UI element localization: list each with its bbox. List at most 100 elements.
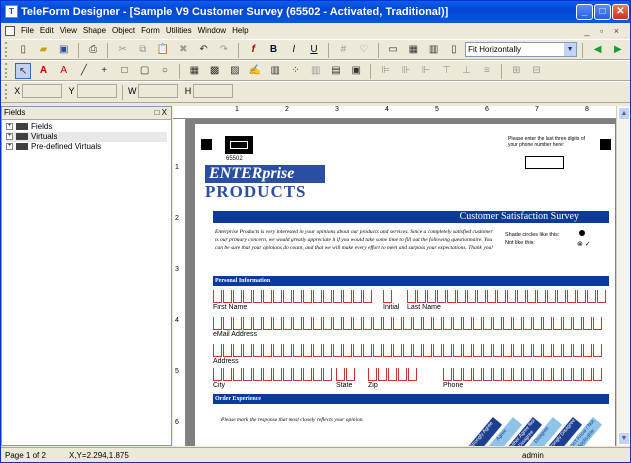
fields-tree: + Fields + Virtuals + Pre-defined Virtuals	[2, 120, 171, 154]
paste-icon[interactable]: 📋	[155, 42, 171, 58]
choice-tool-icon[interactable]: ▩	[207, 63, 223, 79]
state-boxes[interactable]	[336, 368, 356, 381]
scroll-down-icon[interactable]: ▼	[618, 432, 630, 445]
menu-file[interactable]: File	[18, 23, 37, 39]
w-field[interactable]	[138, 84, 179, 98]
city-boxes[interactable]	[213, 368, 333, 381]
ellipse-tool-icon[interactable]: ○	[157, 63, 173, 79]
underline-icon[interactable]: U	[306, 42, 322, 58]
phone-label: Phone	[443, 382, 464, 389]
phone-boxes[interactable]	[443, 368, 603, 381]
menu-view[interactable]: View	[57, 23, 80, 39]
tree-item-fields[interactable]: + Fields	[6, 122, 167, 132]
text-tool-icon[interactable]: A	[35, 63, 51, 79]
field-tool-icon[interactable]: ▦	[186, 63, 202, 79]
maximize-button[interactable]: □	[594, 4, 611, 20]
zoom-dropdown[interactable]: Fit Horizontally ▼	[465, 42, 578, 57]
tree-item-virtuals[interactable]: + Virtuals	[6, 132, 167, 142]
registration-mark	[201, 139, 212, 150]
multi-field-icon[interactable]: ▥	[267, 63, 283, 79]
h-field[interactable]	[193, 84, 234, 98]
page-width-icon[interactable]: ▥	[426, 42, 442, 58]
form-page[interactable]: 65502 ENTERprise PRODUCTS Please enter t…	[195, 124, 615, 446]
signature-tool-icon[interactable]: ✍	[247, 63, 263, 79]
copy-icon[interactable]: ⧉	[135, 42, 151, 58]
cross-tool-icon[interactable]: +	[96, 63, 112, 79]
ruler-label: 1	[175, 164, 179, 171]
align-middle-icon[interactable]: ⊥	[459, 63, 475, 79]
heart-icon[interactable]: ♡	[356, 42, 372, 58]
redo-icon[interactable]: ↷	[216, 42, 232, 58]
expand-icon[interactable]: +	[6, 123, 13, 131]
undo-icon[interactable]: ↶	[196, 42, 212, 58]
delete-icon[interactable]: ✖	[175, 42, 191, 58]
scroll-up-icon[interactable]: ▲	[618, 107, 630, 120]
print-icon[interactable]: ⎙	[85, 42, 101, 58]
open-icon[interactable]: ▰	[35, 42, 51, 58]
cut-icon[interactable]: ✂	[115, 42, 131, 58]
image-tool-icon[interactable]: ▨	[227, 63, 243, 79]
menu-edit[interactable]: Edit	[37, 23, 57, 39]
table-tool-icon[interactable]: ▤	[328, 63, 344, 79]
vertical-scrollbar[interactable]: ▲ ▼	[616, 106, 630, 446]
zip-boxes[interactable]	[368, 368, 418, 381]
align-left-icon[interactable]: ⊫	[378, 63, 394, 79]
prev-page-icon[interactable]: ◀	[590, 42, 606, 58]
menu-object[interactable]: Object	[109, 23, 138, 39]
align-bottom-icon[interactable]: ≡	[479, 63, 495, 79]
mdi-controls[interactable]: _ ▫ ×	[582, 23, 626, 39]
expand-icon[interactable]: +	[6, 143, 13, 151]
menu-shape[interactable]: Shape	[80, 23, 109, 39]
italic-icon[interactable]: I	[286, 42, 302, 58]
save-icon[interactable]: ▣	[56, 42, 72, 58]
menu-utilities[interactable]: Utilities	[163, 23, 195, 39]
image-zone-icon[interactable]: ▣	[348, 63, 364, 79]
size-height-icon[interactable]: ⊟	[529, 63, 545, 79]
form-canvas[interactable]: 1 2 3 4 5 6 7 8 1 2 3 4 5 6 65502 ENTERp…	[173, 106, 630, 446]
x-field[interactable]	[22, 84, 63, 98]
page-view-icon[interactable]: ▭	[385, 42, 401, 58]
size-width-icon[interactable]: ⊞	[508, 63, 524, 79]
align-center-icon[interactable]: ⊪	[398, 63, 414, 79]
toolbar-grip[interactable]	[5, 42, 8, 57]
ruler-label: 3	[335, 106, 339, 113]
align-right-icon[interactable]: ⊩	[418, 63, 434, 79]
minimize-button[interactable]: _	[576, 4, 593, 20]
rounded-rect-tool-icon[interactable]: ▢	[137, 63, 153, 79]
initial-box[interactable]	[383, 290, 393, 303]
state-label: State	[336, 382, 353, 389]
menu-help[interactable]: Help	[229, 23, 251, 39]
menu-form[interactable]: Form	[138, 23, 163, 39]
status-coords: X,Y=2.294,1.875	[69, 451, 129, 460]
new-icon[interactable]: ▯	[15, 42, 31, 58]
align-top-icon[interactable]: ⊤	[438, 63, 454, 79]
toolbar-grip[interactable]	[5, 63, 8, 78]
toolbar-grip[interactable]	[5, 84, 8, 99]
grid-icon[interactable]: #	[335, 42, 351, 58]
panel-close-button[interactable]: □ X	[155, 107, 167, 119]
y-field[interactable]	[76, 84, 117, 98]
text-tool-alt-icon[interactable]: A	[56, 63, 72, 79]
omr-tool-icon[interactable]: ⁘	[288, 63, 304, 79]
close-button[interactable]: ✕	[612, 4, 629, 20]
email-boxes[interactable]	[213, 317, 603, 330]
form-id-label: 65502	[226, 156, 243, 162]
rectangle-tool-icon[interactable]: □	[116, 63, 132, 79]
barcode-tool-icon[interactable]: ▥	[308, 63, 324, 79]
tree-item-predefined-virtuals[interactable]: + Pre-defined Virtuals	[6, 142, 167, 152]
last-name-boxes[interactable]	[407, 290, 607, 303]
document-menu-icon[interactable]	[5, 25, 15, 36]
next-page-icon[interactable]: ▶	[610, 42, 626, 58]
menu-window[interactable]: Window	[195, 23, 229, 39]
page-fit-icon[interactable]: ▦	[405, 42, 421, 58]
line-tool-icon[interactable]: ╱	[76, 63, 92, 79]
italic-f-icon[interactable]: f	[245, 42, 261, 58]
address-boxes[interactable]	[213, 344, 603, 357]
first-name-boxes[interactable]	[213, 290, 373, 303]
bold-icon[interactable]: B	[266, 42, 282, 58]
expand-icon[interactable]: +	[6, 133, 13, 141]
app-icon: T	[5, 5, 18, 18]
phone-digits-boxes[interactable]	[525, 156, 564, 169]
page-single-icon[interactable]: ▯	[446, 42, 462, 58]
pointer-icon[interactable]: ↖	[15, 63, 32, 79]
